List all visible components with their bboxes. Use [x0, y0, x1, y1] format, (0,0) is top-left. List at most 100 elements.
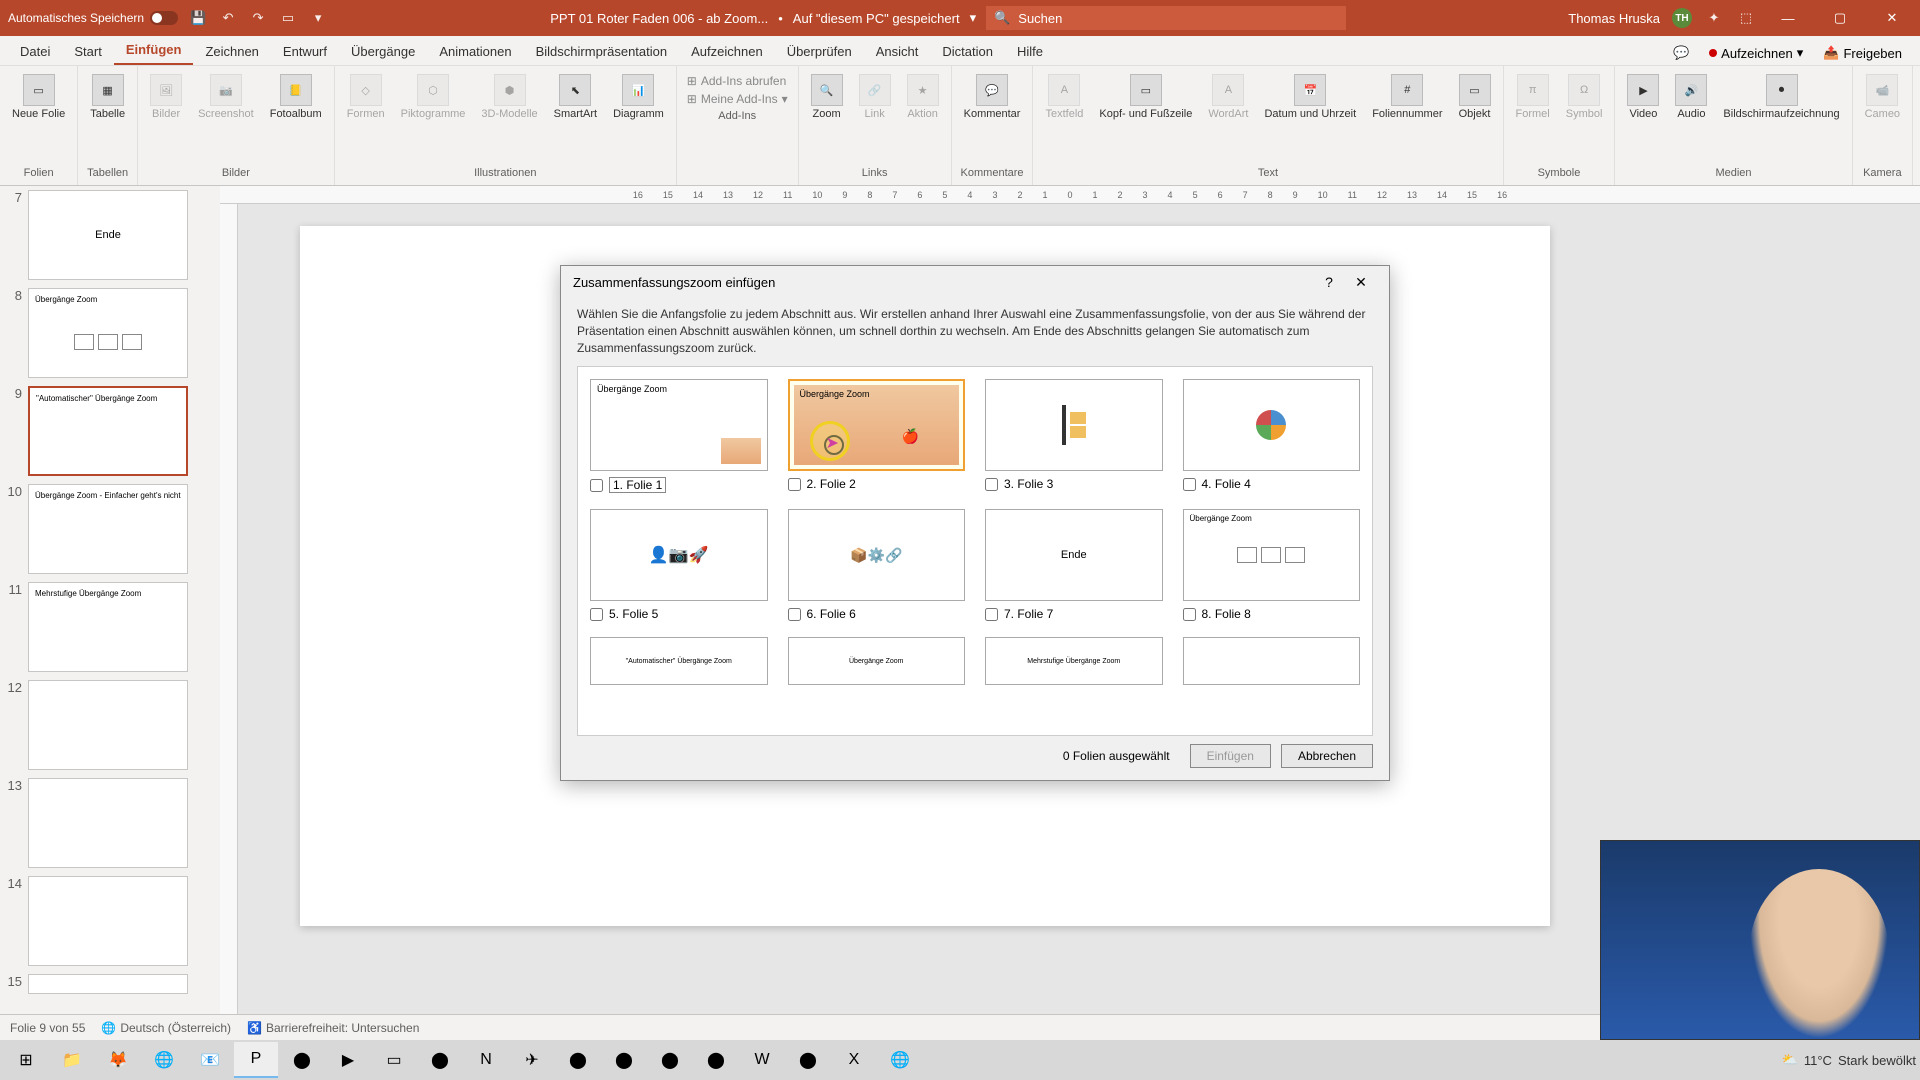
telegram-icon[interactable]: ✈ [510, 1042, 554, 1078]
grid-slide-5[interactable]: 👤📷🚀5. Folie 5 [590, 509, 768, 621]
user-avatar[interactable]: TH [1672, 8, 1692, 28]
tab-ueberpruefen[interactable]: Überprüfen [775, 38, 864, 65]
3d-button[interactable]: ⬢3D-Modelle [475, 70, 543, 124]
tab-entwurf[interactable]: Entwurf [271, 38, 339, 65]
edge-icon[interactable]: 🌐 [878, 1042, 922, 1078]
symbol-button[interactable]: ΩSymbol [1560, 70, 1609, 124]
smartart-button[interactable]: ⬉SmartArt [548, 70, 603, 124]
app-icon[interactable]: ⬤ [648, 1042, 692, 1078]
start-button[interactable]: ⊞ [4, 1042, 48, 1078]
icons-button[interactable]: ⬡Piktogramme [395, 70, 472, 124]
grid-slide-3[interactable]: 3. Folie 3 [985, 379, 1163, 493]
my-addins-button[interactable]: ⊞ Meine Add-Ins ▾ [687, 92, 788, 106]
equation-button[interactable]: πFormel [1510, 70, 1556, 124]
tab-hilfe[interactable]: Hilfe [1005, 38, 1055, 65]
close-button[interactable]: ✕ [1872, 0, 1912, 36]
vlc-icon[interactable]: ▶ [326, 1042, 370, 1078]
object-button[interactable]: ▭Objekt [1453, 70, 1497, 124]
new-slide-button[interactable]: ▭Neue Folie [6, 70, 71, 124]
grid-slide-10[interactable]: Übergänge Zoom [788, 637, 966, 685]
firefox-icon[interactable]: 🦊 [96, 1042, 140, 1078]
checkbox-slide-7[interactable] [985, 608, 998, 621]
present-icon[interactable]: ▭ [278, 8, 298, 28]
tab-einfuegen[interactable]: Einfügen [114, 36, 194, 65]
excel-icon[interactable]: X [832, 1042, 876, 1078]
checkbox-slide-8[interactable] [1183, 608, 1196, 621]
slide-thumb-9[interactable]: "Automatischer" Übergänge Zoom [28, 386, 188, 476]
checkbox-slide-6[interactable] [788, 608, 801, 621]
obs-icon[interactable]: ⬤ [602, 1042, 646, 1078]
header-footer-button[interactable]: ▭Kopf- und Fußzeile [1093, 70, 1198, 124]
grid-slide-7[interactable]: Ende7. Folie 7 [985, 509, 1163, 621]
screenrecord-button[interactable]: ⏺Bildschirmaufzeichnung [1717, 70, 1845, 124]
powerpoint-icon[interactable]: P [234, 1042, 278, 1078]
slide-thumb-14[interactable] [28, 876, 188, 966]
app-icon[interactable]: ⬤ [418, 1042, 462, 1078]
date-button[interactable]: 📅Datum und Uhrzeit [1258, 70, 1362, 124]
grid-slide-4[interactable]: 4. Folie 4 [1183, 379, 1361, 493]
grid-slide-6[interactable]: 📦⚙️🔗6. Folie 6 [788, 509, 966, 621]
get-addins-button[interactable]: ⊞ Add-Ins abrufen [687, 74, 788, 88]
tab-start[interactable]: Start [62, 38, 113, 65]
grid-slide-2[interactable]: Übergänge Zoom🍎➤2. Folie 2 [788, 379, 966, 493]
app-icon[interactable]: ⬤ [280, 1042, 324, 1078]
close-dialog-button[interactable]: ✕ [1345, 268, 1377, 296]
user-name[interactable]: Thomas Hruska [1568, 11, 1660, 26]
textbox-button[interactable]: ATextfeld [1039, 70, 1089, 124]
app-icon[interactable]: ⬤ [556, 1042, 600, 1078]
more-icon[interactable]: ▾ [308, 8, 328, 28]
explorer-icon[interactable]: 📁 [50, 1042, 94, 1078]
slide-thumb-15[interactable] [28, 974, 188, 994]
photoalbum-button[interactable]: 📒Fotoalbum [264, 70, 328, 124]
search-box[interactable]: 🔍 Suchen [986, 6, 1346, 30]
save-icon[interactable]: 💾 [188, 8, 208, 28]
grid-slide-11[interactable]: Mehrstufige Übergänge Zoom [985, 637, 1163, 685]
word-icon[interactable]: W [740, 1042, 784, 1078]
grid-slide-12[interactable] [1183, 637, 1361, 685]
tab-bildschirm[interactable]: Bildschirmpräsentation [524, 38, 680, 65]
slide-thumb-10[interactable]: Übergänge Zoom - Einfacher geht's nicht [28, 484, 188, 574]
table-button[interactable]: ▦Tabelle [84, 70, 131, 124]
grid-slide-1[interactable]: Übergänge Zoom1. Folie 1 [590, 379, 768, 493]
slide-panel[interactable]: 7Ende 8Übergänge Zoom 9"Automatischer" Ü… [0, 186, 220, 1014]
share-button[interactable]: 📤 Freigeben [1813, 41, 1912, 65]
slide-thumb-8[interactable]: Übergänge Zoom [28, 288, 188, 378]
tab-ansicht[interactable]: Ansicht [864, 38, 931, 65]
outlook-icon[interactable]: 📧 [188, 1042, 232, 1078]
tab-animationen[interactable]: Animationen [427, 38, 523, 65]
app-icon[interactable]: ⬤ [694, 1042, 738, 1078]
insert-button[interactable]: Einfügen [1190, 744, 1271, 768]
shapes-button[interactable]: ◇Formen [341, 70, 391, 124]
autosave-toggle[interactable]: Automatisches Speichern [8, 11, 178, 25]
chart-button[interactable]: 📊Diagramm [607, 70, 670, 124]
undo-icon[interactable]: ↶ [218, 8, 238, 28]
tab-uebergaenge[interactable]: Übergänge [339, 38, 427, 65]
app-icon[interactable]: ▭ [372, 1042, 416, 1078]
comments-toggle[interactable]: 💬 [1663, 41, 1699, 65]
checkbox-slide-2[interactable] [788, 478, 801, 491]
toggle-switch[interactable] [150, 11, 178, 25]
ribbon-mode-icon[interactable]: ⬚ [1736, 8, 1756, 28]
onenote-icon[interactable]: N [464, 1042, 508, 1078]
checkbox-slide-4[interactable] [1183, 478, 1196, 491]
grid-slide-9[interactable]: "Automatischer" Übergänge Zoom [590, 637, 768, 685]
app-icon[interactable]: ⬤ [786, 1042, 830, 1078]
language-selector[interactable]: 🌐 Deutsch (Österreich) [101, 1021, 231, 1035]
link-button[interactable]: 🔗Link [853, 70, 897, 124]
pictures-button[interactable]: 🖼Bilder [144, 70, 188, 124]
cancel-button[interactable]: Abbrechen [1281, 744, 1373, 768]
chrome-icon[interactable]: 🌐 [142, 1042, 186, 1078]
slide-counter[interactable]: Folie 9 von 55 [10, 1021, 85, 1035]
tab-aufzeichnen[interactable]: Aufzeichnen [679, 38, 775, 65]
action-button[interactable]: ★Aktion [901, 70, 945, 124]
video-button[interactable]: ▶Video [1621, 70, 1665, 124]
slide-selection-grid[interactable]: Übergänge Zoom1. Folie 1 Übergänge Zoom🍎… [577, 366, 1373, 736]
accessibility-check[interactable]: ♿ Barrierefreiheit: Untersuchen [247, 1021, 419, 1035]
weather-widget[interactable]: ⛅ 11°C Stark bewölkt [1782, 1052, 1916, 1068]
checkbox-slide-1[interactable] [590, 479, 603, 492]
screenshot-button[interactable]: 📷Screenshot [192, 70, 260, 124]
cameo-button[interactable]: 📹Cameo [1859, 70, 1906, 124]
zoom-button[interactable]: 🔍Zoom [805, 70, 849, 124]
tab-dictation[interactable]: Dictation [930, 38, 1005, 65]
audio-button[interactable]: 🔊Audio [1669, 70, 1713, 124]
